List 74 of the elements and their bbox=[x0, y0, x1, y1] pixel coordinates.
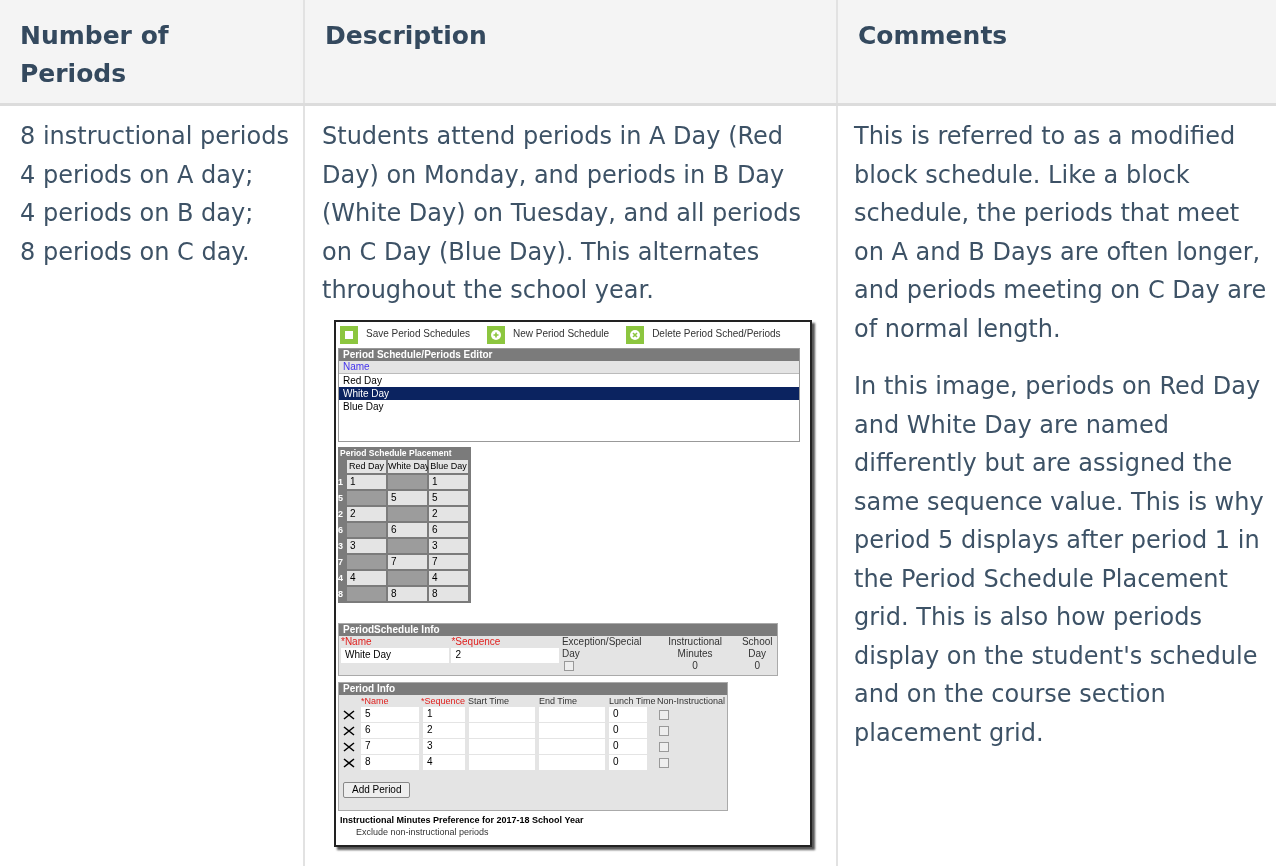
field-value: 0 bbox=[692, 659, 698, 672]
save-icon bbox=[340, 325, 358, 344]
input-field[interactable]: 0 bbox=[609, 739, 647, 754]
input-field[interactable] bbox=[469, 755, 535, 770]
checkbox[interactable] bbox=[659, 741, 669, 752]
input-field[interactable]: 2 bbox=[451, 647, 560, 663]
input-field[interactable]: 6 bbox=[361, 723, 419, 738]
schedule-list-item[interactable]: Blue Day bbox=[339, 399, 799, 413]
delete-icon[interactable] bbox=[343, 741, 355, 752]
checkbox[interactable] bbox=[563, 660, 574, 671]
table-cell-text: 8 instructional periods bbox=[20, 121, 290, 152]
input-field[interactable]: 0 bbox=[609, 707, 647, 722]
delete-icon[interactable] bbox=[343, 757, 355, 768]
delete-icon[interactable] bbox=[343, 709, 355, 720]
close-icon bbox=[626, 325, 645, 344]
column-header: Non-Instructional bbox=[657, 695, 726, 706]
column-header: *Name bbox=[361, 695, 389, 706]
row-label: 8 bbox=[338, 587, 344, 601]
section-heading: Instructional Minutes Preference for 2017-18 School Year bbox=[340, 814, 585, 826]
input-field[interactable] bbox=[539, 723, 605, 738]
input-field[interactable]: 4 bbox=[423, 755, 465, 770]
input-field[interactable]: White Day bbox=[341, 647, 449, 663]
field-label: *Sequence bbox=[451, 635, 502, 648]
row-label: 5 bbox=[338, 491, 344, 505]
column-header: End Time bbox=[539, 695, 578, 706]
panel-title: PeriodSchedule Info bbox=[339, 623, 777, 636]
input-field[interactable]: 0 bbox=[609, 723, 647, 738]
plus-icon bbox=[486, 325, 505, 344]
input-field[interactable]: 5 bbox=[361, 707, 419, 722]
column-header: *Sequence bbox=[421, 695, 466, 706]
panel-title: Period Schedule/Periods Editor bbox=[339, 348, 799, 361]
input-field[interactable]: 8 bbox=[361, 755, 419, 770]
checkbox[interactable] bbox=[659, 725, 669, 736]
field-label: School Day bbox=[740, 635, 774, 660]
input-field[interactable] bbox=[469, 707, 535, 722]
column-header: Start Time bbox=[468, 695, 509, 706]
input-field[interactable] bbox=[539, 739, 605, 754]
table-cell-text: 8 periods on C day. bbox=[20, 236, 251, 268]
column-header: Description bbox=[325, 20, 488, 52]
checkbox[interactable] bbox=[659, 757, 669, 768]
input-field[interactable]: 0 bbox=[609, 755, 647, 770]
column-header: Number of Periods bbox=[20, 20, 170, 90]
comment-paragraph: This is referred to as a modified block schedule. Like a block schedule, the periods that meet on A and B Days are often longer, and periods meeting on C Day are of normal length. bbox=[854, 121, 1268, 345]
description-text: Students attend periods in A Day (Red Day) on Monday, and periods in B Day (White Day) on Tuesday, and all periods on C Day (Blue Day). This alternates throughout the school year. bbox=[322, 121, 802, 306]
input-field[interactable]: 7 bbox=[361, 739, 419, 754]
input-field[interactable]: 3 bbox=[423, 739, 465, 754]
column-header: Lunch Time bbox=[609, 695, 656, 706]
field-label: Exception/Special Day bbox=[561, 635, 643, 660]
checkbox[interactable] bbox=[659, 709, 669, 720]
row-label: 1 bbox=[338, 475, 344, 489]
input-field[interactable]: 2 bbox=[423, 723, 465, 738]
input-field[interactable]: 1 bbox=[423, 707, 465, 722]
input-field[interactable] bbox=[539, 707, 605, 722]
row-label: 3 bbox=[338, 539, 344, 553]
table-cell-text: 4 periods on A day; bbox=[20, 159, 255, 191]
column-header: Comments bbox=[858, 20, 1009, 52]
input-field[interactable] bbox=[539, 755, 605, 770]
input-field[interactable] bbox=[469, 739, 535, 754]
field-label: *Name bbox=[341, 635, 373, 648]
row-label: 2 bbox=[338, 507, 344, 521]
row-label: 6 bbox=[338, 523, 344, 537]
option-text: Exclude non-instructional periods bbox=[356, 826, 490, 838]
delete-icon[interactable] bbox=[343, 725, 355, 736]
row-label: 7 bbox=[338, 555, 344, 569]
panel-title: Period Info bbox=[339, 682, 727, 695]
schedule-list-item[interactable]: White Day bbox=[339, 386, 799, 400]
row-label: 4 bbox=[338, 571, 344, 585]
field-label: Instructional Minutes bbox=[667, 635, 724, 660]
add-period-button[interactable]: Add Period bbox=[343, 781, 411, 798]
input-field[interactable] bbox=[469, 723, 535, 738]
schedule-list-item[interactable]: Red Day bbox=[339, 373, 799, 387]
field-value: 0 bbox=[754, 659, 760, 672]
table-cell-text: 4 periods on B day; bbox=[20, 198, 255, 229]
comment-paragraph: In this image, periods on Red Day and White Day are named differently but are assigned the same sequence value. This is why period 5 displays after period 1 in the Period Schedule Placement grid. This is also how periods display on the student's schedule and on the course section placement grid. bbox=[854, 371, 1265, 749]
